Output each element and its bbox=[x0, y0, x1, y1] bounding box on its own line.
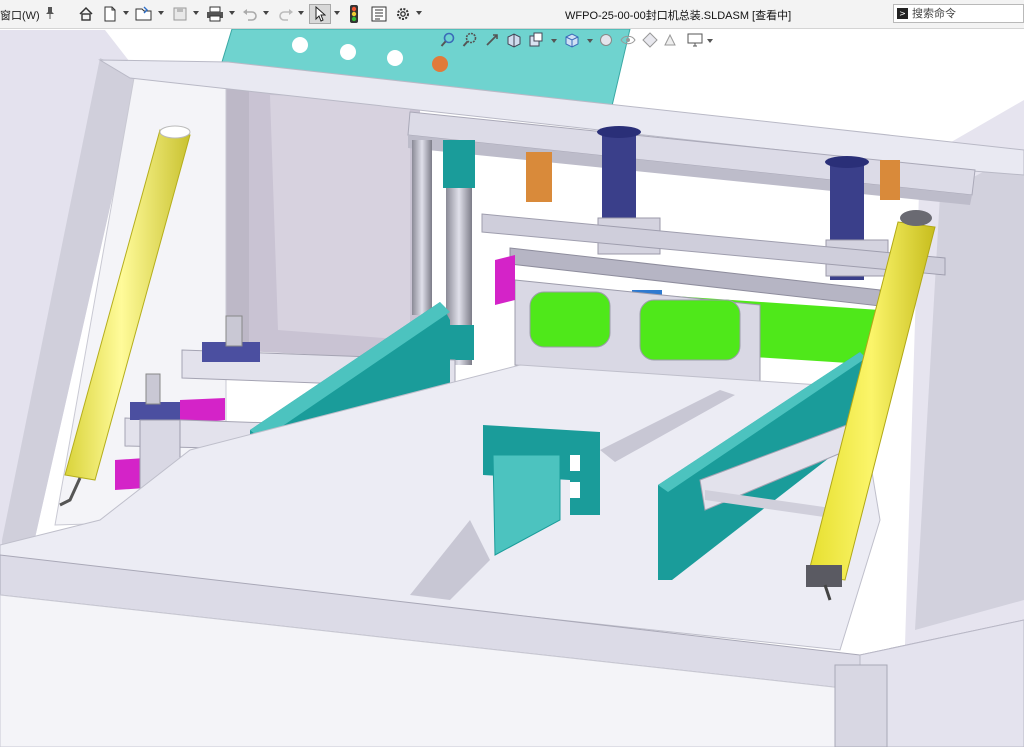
guide-rod-left bbox=[412, 140, 432, 315]
cylinder-collar-left-bottom bbox=[450, 325, 474, 360]
view-settings-dropdown-caret-icon[interactable] bbox=[706, 32, 716, 48]
zoom-to-fit-icon[interactable] bbox=[440, 32, 456, 48]
undo-icon[interactable] bbox=[240, 4, 260, 24]
center-bracket-hole-1 bbox=[570, 455, 580, 471]
view-orientation-icon[interactable] bbox=[564, 32, 580, 48]
edit-appearance-icon[interactable] bbox=[642, 32, 658, 48]
back-wall-panel bbox=[270, 95, 410, 340]
frame-slot-2 bbox=[639, 299, 741, 361]
undo-dropdown-caret-icon[interactable] bbox=[263, 11, 269, 15]
search-commands-box[interactable]: > bbox=[893, 4, 1024, 23]
options-dropdown-caret-icon[interactable] bbox=[416, 11, 422, 15]
document-title: WFPO-25-00-00封口机总装.SLDASM [查看中] bbox=[565, 10, 792, 22]
redo-dropdown-caret-icon[interactable] bbox=[298, 11, 304, 15]
left-fitting-lower bbox=[145, 373, 161, 405]
dynamic-annotation-icon[interactable] bbox=[528, 32, 544, 48]
home-icon[interactable] bbox=[76, 4, 96, 24]
print-icon[interactable] bbox=[205, 4, 225, 24]
select-pointer-icon[interactable] bbox=[309, 4, 331, 24]
title-bar: 窗口(W) WFPO-25-00-00封口机总装.SLDASM [查看中] > … bbox=[0, 0, 1024, 29]
previous-view-icon[interactable] bbox=[484, 32, 500, 48]
cover-hole-2 bbox=[340, 44, 356, 60]
light-curtain-right-base bbox=[806, 565, 842, 587]
assembly-model-view bbox=[0, 29, 1024, 747]
open-dropdown-caret-icon[interactable] bbox=[158, 11, 164, 15]
cylinder-cap-2 bbox=[825, 156, 869, 168]
cover-hole-3 bbox=[387, 50, 403, 66]
view-settings-icon[interactable] bbox=[686, 32, 703, 48]
options-gear-icon[interactable] bbox=[393, 4, 413, 24]
redo-icon[interactable] bbox=[276, 4, 296, 24]
new-document-icon[interactable] bbox=[100, 4, 120, 24]
light-curtain-left-cap bbox=[159, 125, 191, 139]
menu-window[interactable]: 窗口(W) bbox=[0, 7, 40, 23]
traffic-light-icon[interactable] bbox=[346, 4, 362, 24]
print-dropdown-caret-icon[interactable] bbox=[229, 11, 235, 15]
display-style-icon[interactable] bbox=[598, 32, 614, 48]
cover-hole-4 bbox=[432, 56, 448, 72]
cylinder-cap-1 bbox=[597, 126, 641, 138]
cylinder-collar-left-top bbox=[443, 140, 475, 188]
pin-icon[interactable] bbox=[44, 6, 56, 20]
section-view-icon[interactable] bbox=[506, 32, 522, 48]
zoom-to-area-icon[interactable] bbox=[462, 32, 478, 48]
save-icon[interactable] bbox=[170, 4, 190, 24]
new-dropdown-caret-icon[interactable] bbox=[123, 11, 129, 15]
left-sensor-block-lower bbox=[130, 402, 180, 420]
search-commands-input[interactable] bbox=[912, 5, 1020, 22]
orientation-dropdown-caret-icon[interactable] bbox=[586, 32, 596, 48]
save-dropdown-caret-icon[interactable] bbox=[193, 11, 199, 15]
command-prompt-icon: > bbox=[897, 8, 908, 19]
cover-hole-1 bbox=[292, 37, 308, 53]
hide-show-items-icon[interactable] bbox=[620, 32, 636, 48]
frame-slot-1 bbox=[529, 291, 611, 348]
open-folder-icon[interactable] bbox=[134, 4, 154, 24]
magenta-part-1 bbox=[495, 255, 515, 305]
file-properties-icon[interactable] bbox=[369, 4, 389, 24]
orange-bracket-right bbox=[880, 160, 900, 200]
graphics-viewport[interactable] bbox=[0, 29, 1024, 747]
annotation-dropdown-caret-icon[interactable] bbox=[550, 32, 560, 48]
select-dropdown-caret-icon[interactable] bbox=[334, 11, 340, 15]
orange-bracket bbox=[526, 152, 552, 202]
light-curtain-right-cap bbox=[900, 210, 932, 226]
front-post bbox=[834, 664, 888, 747]
apply-scene-icon[interactable] bbox=[662, 32, 678, 48]
center-bracket-hole-2 bbox=[570, 482, 580, 498]
left-fitting-upper bbox=[225, 315, 243, 347]
